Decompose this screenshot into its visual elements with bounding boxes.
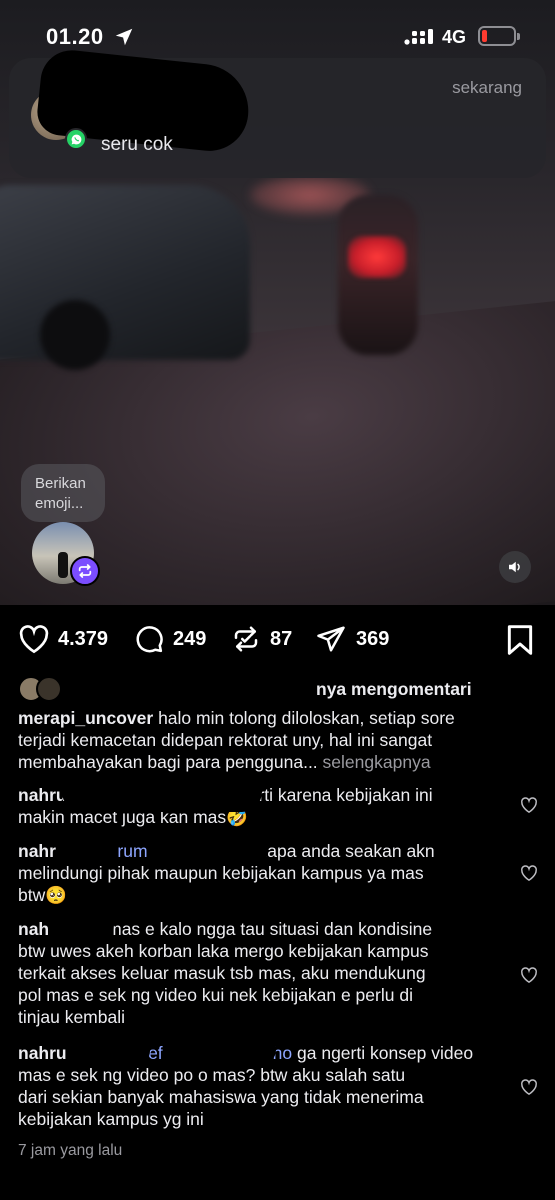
comment-username[interactable]: nah (18, 919, 49, 939)
comment-like-icon[interactable] (520, 966, 538, 984)
comment-text: tinjau kembali (18, 1007, 125, 1027)
comment-button[interactable]: 249 (133, 624, 206, 654)
redaction-mark (80, 1038, 150, 1064)
video-car (0, 185, 250, 360)
like-count: 4.379 (58, 627, 109, 650)
redaction-mark (48, 906, 114, 944)
share-button[interactable]: 369 (314, 624, 389, 654)
notification-banner[interactable]: seru cok sekarang (9, 47, 546, 178)
location-arrow-icon (115, 28, 133, 46)
caption-text-1: halo min tolong diloloskan, setiap sore (158, 708, 455, 728)
caption-line-3: membahayakan bagi para pengguna... selen… (18, 751, 431, 773)
comment-text: ga ngerti konsep video (297, 1043, 474, 1063)
video-taillight (348, 236, 406, 278)
caption-line: merapi_uncover halo min tolong diloloska… (18, 707, 455, 729)
comment-like-icon[interactable] (520, 864, 538, 882)
emoji-prompt-line2: emoji... (35, 495, 84, 512)
battery-level (482, 30, 487, 42)
comment-text: kebijakan kampus yg ini (18, 1109, 204, 1129)
redaction-mark (62, 772, 262, 812)
signal-dots-icon (404, 29, 433, 45)
notification-time: sekarang (452, 78, 522, 97)
comment-like-icon[interactable] (520, 796, 538, 814)
redaction-mark (192, 1036, 276, 1064)
comment-text: btw🥺 (18, 885, 68, 905)
repost-count: 87 (270, 627, 293, 650)
commenter-avatars (18, 676, 64, 702)
comment-text: melindungi pihak maupun kebijakan kampus… (18, 863, 424, 883)
sound-toggle-button[interactable] (499, 551, 531, 583)
see-more-link[interactable]: selengkapnya (323, 752, 431, 772)
whatsapp-icon (65, 128, 87, 150)
comment-text: mas e kalo ngga tau situasi dan kondisin… (107, 919, 433, 939)
bookmark-icon[interactable] (506, 624, 534, 656)
emoji-prompt-line1: Berikan (35, 475, 86, 492)
repost-badge-icon (70, 556, 100, 586)
redaction-mark (74, 668, 310, 704)
commented-by-text: nya mengomentari (316, 678, 472, 700)
send-icon (317, 626, 345, 652)
comment-count: 249 (173, 627, 207, 650)
comment-text: mas e sek ng video po o mas? btw aku sal… (18, 1065, 406, 1085)
caption-username[interactable]: merapi_uncover (18, 708, 153, 728)
repost-button[interactable]: 87 (230, 624, 292, 654)
notification-message: seru cok (101, 134, 173, 155)
repost-icon (234, 626, 258, 652)
video-car-wheel (40, 300, 110, 370)
comment-text: terkait akses keluar masuk tsb mas, aku … (18, 963, 426, 983)
emoji-prompt-bubble[interactable]: Berikan emoji... (21, 464, 105, 522)
network-type: 4G (442, 27, 467, 47)
redaction-mark (188, 836, 268, 864)
like-button[interactable]: 4.379 (18, 624, 108, 654)
comment-text: pol mas e sek ng video kui nek kebijakan… (18, 985, 413, 1005)
speaker-icon (509, 561, 520, 573)
posted-time: 7 jam yang lalu (18, 1142, 123, 1159)
comment-username[interactable]: nahru (18, 1043, 67, 1063)
redaction-mark (58, 838, 118, 864)
comment-bubble-icon (136, 626, 163, 653)
avatar (36, 676, 62, 702)
caption-text-3: membahayakan bagi para pengguna... (18, 752, 318, 772)
comment-like-icon[interactable] (520, 1078, 538, 1096)
avatar-figure (58, 552, 68, 578)
caption-text-2: terjadi kemacetan didepan rektorat uny, … (18, 730, 433, 750)
share-count: 369 (356, 627, 390, 650)
comment-text: Brrti karena kebijakan ini (240, 785, 433, 805)
commented-by-suffix: nya mengomentari (316, 679, 472, 699)
action-bar: 4.379 249 87 369 (0, 620, 555, 660)
battery-icon (478, 26, 520, 46)
status-time: 01.20 (46, 24, 104, 49)
battery-nub (517, 33, 520, 40)
heart-icon (19, 625, 49, 654)
comment-username[interactable]: nahr (18, 841, 56, 861)
comment-username[interactable]: nahru (18, 785, 67, 805)
comment-text: dari sekian banyak mahasiswa yang tidak … (18, 1087, 424, 1107)
